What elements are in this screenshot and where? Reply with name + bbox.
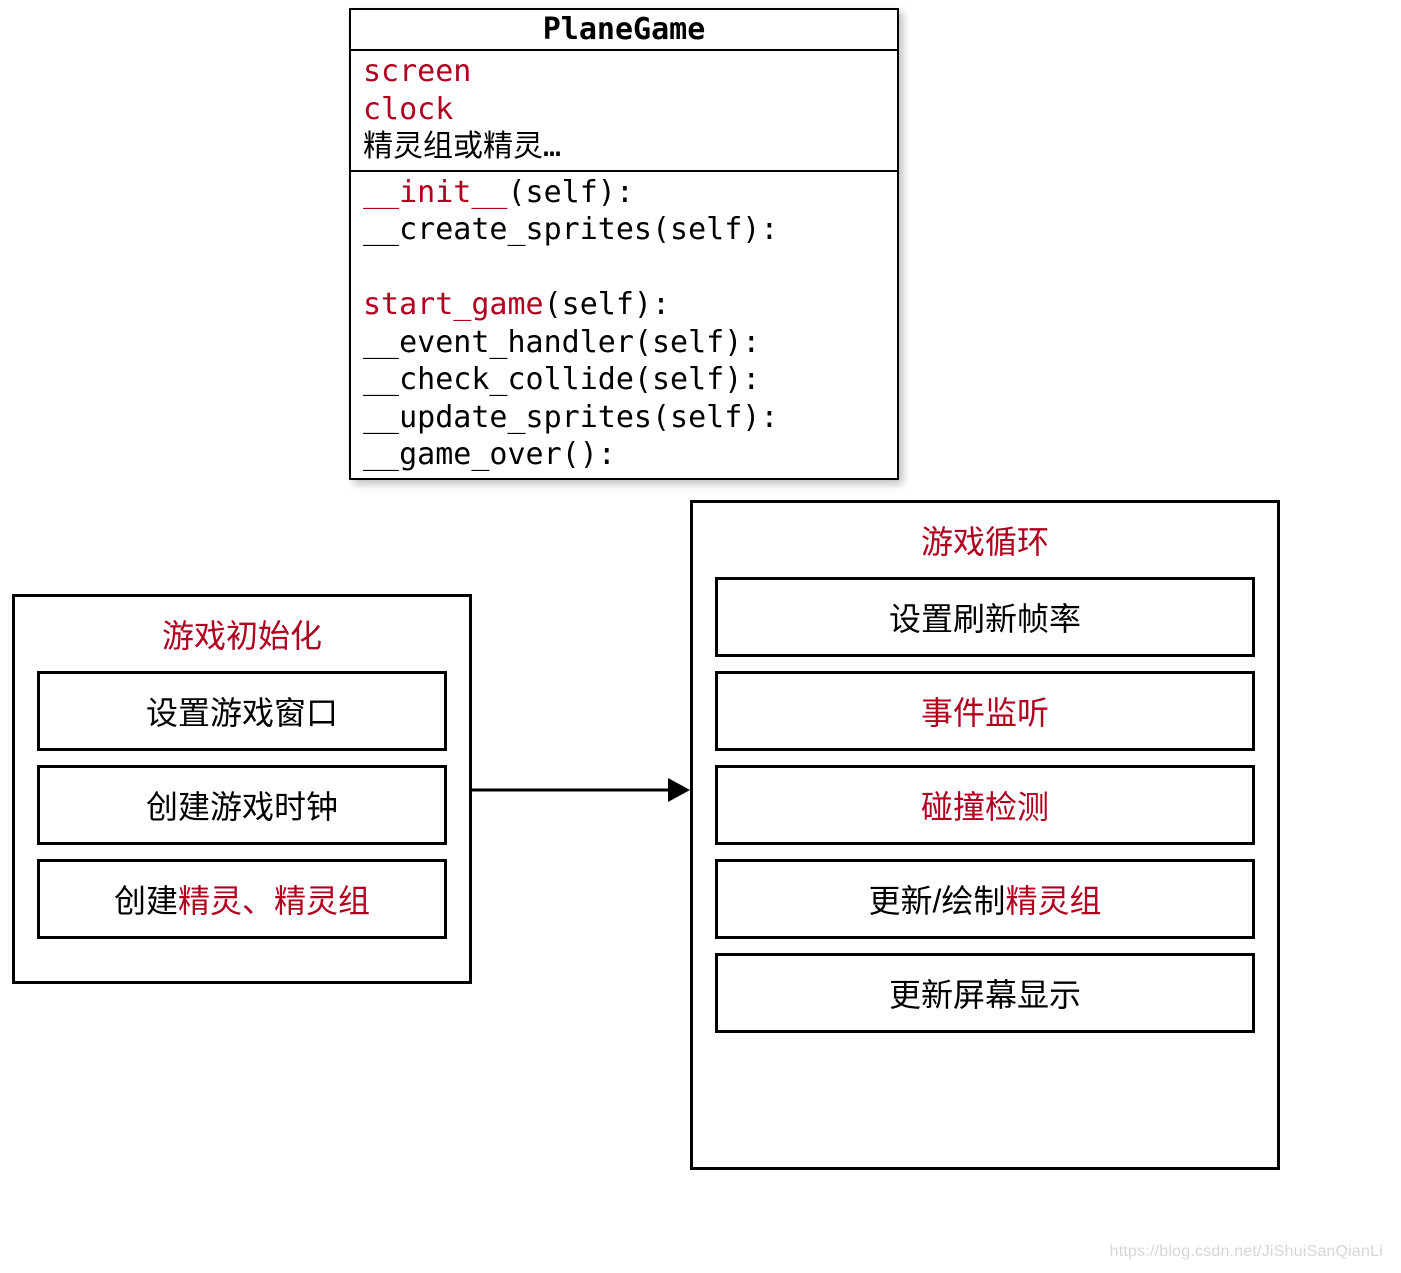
init-steps: 设置游戏窗口创建游戏时钟创建精灵、精灵组 — [15, 671, 469, 939]
loop-step-segment: 更新屏幕显示 — [889, 977, 1081, 1013]
loop-steps: 设置刷新帧率事件监听碰撞检测更新/绘制精灵组更新屏幕显示 — [693, 577, 1277, 1033]
loop-step-segment: 事件监听 — [921, 695, 1049, 731]
class-method-line: __create_sprites(self): — [363, 211, 885, 249]
loop-step: 事件监听 — [715, 671, 1255, 751]
class-attributes: screenclock精灵组或精灵… — [351, 51, 897, 172]
init-title: 游戏初始化 — [15, 611, 469, 657]
arrow-init-to-loop — [472, 770, 690, 810]
class-box-planegame: PlaneGame screenclock精灵组或精灵… __init__(se… — [349, 8, 899, 480]
init-step-segment: 创建游戏时钟 — [146, 789, 338, 825]
class-method-line-segment: __check_collide(self): — [363, 362, 760, 397]
class-attr-line: 精灵组或精灵… — [363, 128, 885, 166]
class-method-line: __game_over(): — [363, 436, 885, 474]
class-method-line-segment: __event_handler(self): — [363, 325, 760, 360]
init-step-segment: 设置游戏窗口 — [146, 695, 338, 731]
init-step-segment: 精灵、精灵组 — [178, 883, 370, 919]
loop-box: 游戏循环 设置刷新帧率事件监听碰撞检测更新/绘制精灵组更新屏幕显示 — [690, 500, 1280, 1170]
class-attr-line-segment: clock — [363, 92, 453, 127]
loop-title: 游戏循环 — [693, 517, 1277, 563]
class-title: PlaneGame — [351, 10, 897, 51]
class-method-line-segment — [363, 250, 381, 285]
class-methods: __init__(self):__create_sprites(self): s… — [351, 172, 897, 478]
class-method-line-segment: __create_sprites(self): — [363, 212, 778, 247]
class-attr-line-segment: screen — [363, 54, 471, 89]
init-step-segment: 创建 — [114, 883, 178, 919]
init-box: 游戏初始化 设置游戏窗口创建游戏时钟创建精灵、精灵组 — [12, 594, 472, 984]
loop-step: 碰撞检测 — [715, 765, 1255, 845]
loop-step: 更新屏幕显示 — [715, 953, 1255, 1033]
class-method-line: start_game(self): — [363, 286, 885, 324]
loop-step: 设置刷新帧率 — [715, 577, 1255, 657]
class-method-line: __check_collide(self): — [363, 361, 885, 399]
init-step: 创建精灵、精灵组 — [37, 859, 447, 939]
class-method-line-segment: start_game — [363, 287, 544, 322]
loop-step: 更新/绘制精灵组 — [715, 859, 1255, 939]
watermark-text: https://blog.csdn.net/JiShuiSanQianLi — [1110, 1243, 1383, 1261]
class-attr-line: screen — [363, 53, 885, 91]
class-method-line-segment: (self): — [508, 175, 634, 210]
class-attr-line-segment: 精灵组或精灵… — [363, 129, 561, 164]
init-step: 设置游戏窗口 — [37, 671, 447, 751]
init-step: 创建游戏时钟 — [37, 765, 447, 845]
class-method-line-segment: __game_over(): — [363, 437, 616, 472]
class-method-line: __update_sprites(self): — [363, 399, 885, 437]
class-method-line-segment: (self): — [544, 287, 670, 322]
loop-step-segment: 更新/绘制 — [869, 883, 1006, 919]
class-method-line-segment: __update_sprites(self): — [363, 400, 778, 435]
class-method-line: __init__(self): — [363, 174, 885, 212]
class-method-line: __event_handler(self): — [363, 324, 885, 362]
loop-step-segment: 精灵组 — [1005, 883, 1101, 919]
class-attr-line: clock — [363, 91, 885, 129]
class-method-line — [363, 249, 885, 287]
class-method-line-segment: __init__ — [363, 175, 508, 210]
loop-step-segment: 设置刷新帧率 — [889, 601, 1081, 637]
loop-step-segment: 碰撞检测 — [921, 789, 1049, 825]
